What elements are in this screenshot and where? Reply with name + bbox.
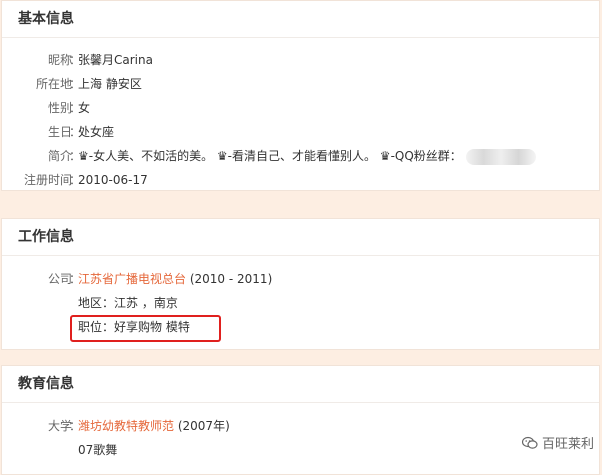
- register-date-value: 2010-06-17: [78, 173, 148, 187]
- company-link[interactable]: 江苏省广播电视总台: [78, 272, 186, 286]
- region-value: 地区：江苏 ，南京: [78, 296, 178, 310]
- register-date-row: 注册时间 ： 2010-06-17: [2, 171, 601, 189]
- region-row: 地区：江苏 ，南京: [2, 294, 601, 312]
- gender-row: 性别 ： 女: [2, 99, 601, 117]
- class-value: 07歌舞: [78, 443, 118, 457]
- birthday-row: 生日 ： 处女座: [2, 123, 601, 141]
- school-row: 大学 ： 潍坊幼教特教师范 (2007年): [2, 417, 601, 435]
- birthday-value: 处女座: [78, 125, 115, 139]
- school-link[interactable]: 潍坊幼教特教师范: [78, 419, 174, 433]
- basic-info-card: 基本信息 昵称 ： 张馨月Carina 所在地 ： 上海 静安区 性别 ： 女 …: [1, 0, 600, 191]
- company-period: (2010 - 2011): [189, 272, 273, 286]
- location-value: 上海 静安区: [78, 77, 142, 91]
- wechat-icon: [521, 436, 538, 450]
- bio-row: 简介 ： ♛-女人美、不如活的美。 ♛-看清自己、才能看懂别人。 ♛-QQ粉丝群…: [2, 147, 601, 165]
- school-value: 潍坊幼教特教师范 (2007年): [78, 417, 230, 435]
- nickname-value: 张馨月Carina: [78, 53, 153, 67]
- position-highlight-box: [70, 315, 221, 342]
- work-info-title: 工作信息: [2, 219, 599, 256]
- bio-value-wrap: ♛-女人美、不如活的美。 ♛-看清自己、才能看懂别人。 ♛-QQ粉丝群：: [78, 147, 536, 165]
- education-info-card: 教育信息 大学 ： 潍坊幼教特教师范 (2007年) 07歌舞: [1, 365, 600, 475]
- school-year: (2007年): [177, 419, 230, 433]
- company-row: 公司 ： 江苏省广播电视总台 (2010 - 2011): [2, 270, 601, 288]
- register-date-label: 注册时间: [23, 173, 72, 187]
- class-row: 07歌舞: [2, 441, 601, 459]
- basic-info-title: 基本信息: [2, 1, 599, 38]
- watermark: 百旺莱利: [521, 433, 594, 452]
- blurred-redaction: [465, 148, 536, 165]
- gender-value: 女: [78, 101, 91, 115]
- nickname-row: 昵称 ： 张馨月Carina: [2, 51, 601, 69]
- education-info-title: 教育信息: [2, 366, 599, 403]
- bio-value: ♛-女人美、不如活的美。 ♛-看清自己、才能看懂别人。 ♛-QQ粉丝群：: [78, 149, 462, 163]
- company-value: 江苏省广播电视总台 (2010 - 2011): [78, 270, 272, 288]
- location-row: 所在地 ： 上海 静安区: [2, 75, 601, 93]
- location-label: 所在地: [35, 77, 72, 91]
- watermark-text: 百旺莱利: [541, 437, 594, 452]
